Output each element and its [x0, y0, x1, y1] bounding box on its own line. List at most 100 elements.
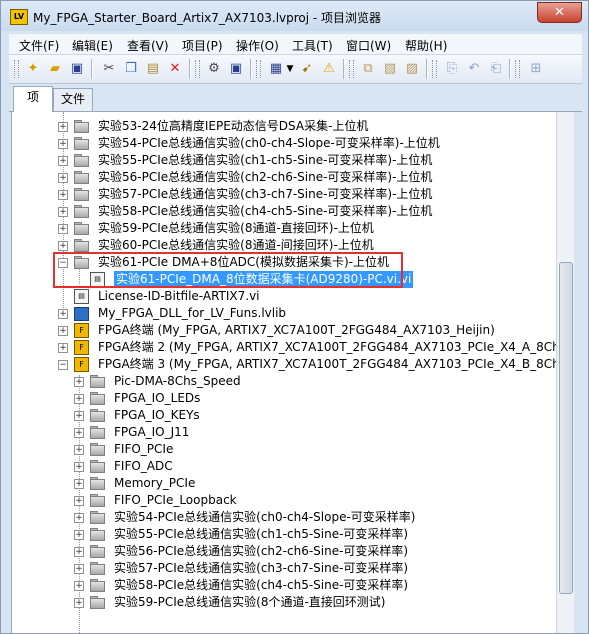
- expand-icon[interactable]: +: [74, 530, 84, 540]
- folder-icon: [90, 494, 105, 507]
- warning-icon[interactable]: ⚠: [320, 60, 338, 78]
- expand-icon[interactable]: +: [58, 241, 68, 251]
- tab-strip: 项 文件: [9, 85, 582, 112]
- tree-item-label: 实验58-PCIe总线通信实验(ch4-ch5-Sine-可变采样率)-上位机: [98, 204, 433, 218]
- fpga-target-icon: F: [74, 357, 89, 372]
- folder-icon: [74, 154, 89, 167]
- tree-item-label: 实验54-PCIe总线通信实验(ch0-ch4-Slope-可变采样率)-上位机: [98, 136, 440, 150]
- project-tree[interactable]: + 实验53-24位高精度IEPE动态信号DSA采集-上位机 + 实验54-PCIe…: [11, 112, 571, 633]
- tree-item-label: FPGA_IO_KEYs: [114, 408, 200, 422]
- history-icon[interactable]: ⎗: [487, 60, 505, 78]
- expand-icon[interactable]: +: [74, 411, 84, 421]
- expand-icon[interactable]: +: [74, 547, 84, 557]
- new-icon[interactable]: ✦: [24, 60, 42, 78]
- toolbar-grip[interactable]: [515, 60, 520, 78]
- expand-icon[interactable]: +: [58, 122, 68, 132]
- expand-icon[interactable]: +: [74, 428, 84, 438]
- build-icon[interactable]: ⚙: [205, 60, 223, 78]
- tree-item-label: 实验58-PCIe总线通信实验(ch4-ch5-Sine-可变采样率): [114, 578, 409, 592]
- expand-icon[interactable]: +: [74, 564, 84, 574]
- cut-icon[interactable]: ✂: [100, 60, 118, 78]
- folder-icon: [90, 392, 105, 405]
- expand-icon[interactable]: +: [74, 445, 84, 455]
- vertical-scrollbar[interactable]: [556, 112, 574, 633]
- tree-item-label: 实验56-PCIe总线通信实验(ch2-ch6-Sine-可变采样率): [114, 544, 409, 558]
- toolbar-grip[interactable]: [195, 60, 200, 78]
- toolbar-separator: [250, 59, 252, 79]
- add-icon[interactable]: ⎘: [443, 60, 461, 78]
- folder-icon: [90, 443, 105, 456]
- toolbar-grip[interactable]: [432, 60, 437, 78]
- folder-icon: [74, 188, 89, 201]
- copy-icon[interactable]: ❐: [122, 60, 140, 78]
- tree-item-label: 实验59-PCIe总线通信实验(8通道-直接回环)-上位机: [98, 221, 374, 235]
- expand-icon[interactable]: +: [74, 513, 84, 523]
- expand-icon[interactable]: +: [58, 139, 68, 149]
- collapse-icon[interactable]: −: [58, 360, 68, 370]
- expand-icon[interactable]: +: [74, 377, 84, 387]
- menu-window[interactable]: 窗口(W): [346, 37, 391, 54]
- folder-icon: [74, 171, 89, 184]
- folder-icon: [74, 137, 89, 150]
- save-all-icon[interactable]: ▣: [68, 60, 86, 78]
- new-item-icon[interactable]: ⊞: [527, 60, 545, 78]
- expand-icon[interactable]: +: [74, 479, 84, 489]
- folder-icon: [90, 409, 105, 422]
- checkout-icon[interactable]: ▧: [381, 60, 399, 78]
- tab-items[interactable]: 项: [13, 86, 53, 112]
- chevron-down-icon[interactable]: ▼: [281, 60, 299, 78]
- menu-view[interactable]: 查看(V): [127, 37, 169, 54]
- scrollbar-thumb[interactable]: [559, 262, 573, 594]
- expand-icon[interactable]: +: [74, 496, 84, 506]
- folder-icon: [74, 120, 89, 133]
- toolbar-grip[interactable]: [14, 60, 19, 78]
- expand-icon[interactable]: +: [74, 462, 84, 472]
- menu-file[interactable]: 文件(F): [19, 37, 59, 54]
- toolbar-separator: [189, 59, 191, 79]
- delete-icon[interactable]: ✕: [166, 60, 184, 78]
- expand-icon[interactable]: +: [74, 394, 84, 404]
- folder-icon: [74, 239, 89, 252]
- close-button[interactable]: ✕: [537, 2, 582, 23]
- open-icon[interactable]: ▰: [46, 60, 64, 78]
- library-icon: [74, 307, 89, 321]
- annotation-highlight-box: [53, 252, 403, 288]
- folder-icon: [90, 562, 105, 575]
- expand-icon[interactable]: +: [58, 309, 68, 319]
- menu-help[interactable]: 帮助(H): [405, 37, 447, 54]
- labview-app-icon: LV: [10, 9, 28, 25]
- expand-icon[interactable]: +: [58, 207, 68, 217]
- expand-icon[interactable]: +: [74, 598, 84, 608]
- tree-item-label: 实验54-PCIe总线通信实验(ch0-ch4-Slope-可变采样率): [114, 510, 416, 524]
- expand-icon[interactable]: +: [58, 173, 68, 183]
- tree-item-label: 实验53-24位高精度IEPE动态信号DSA采集-上位机: [98, 119, 369, 133]
- menu-tools[interactable]: 工具(T): [292, 37, 333, 54]
- tree-item-label: My_FPGA_DLL_for_LV_Funs.lvlib: [98, 306, 287, 320]
- expand-icon[interactable]: +: [58, 190, 68, 200]
- toolbar-separator: [343, 59, 345, 79]
- folder-icon: [90, 426, 105, 439]
- checkin-icon[interactable]: ▨: [403, 60, 421, 78]
- folder-icon: [90, 528, 105, 541]
- expand-icon[interactable]: +: [58, 326, 68, 336]
- menu-project[interactable]: 项目(P): [182, 37, 223, 54]
- undo-icon[interactable]: ↶: [465, 60, 483, 78]
- properties-icon[interactable]: ➹: [298, 60, 316, 78]
- folder-icon: [90, 596, 105, 609]
- expand-icon[interactable]: +: [74, 581, 84, 591]
- tree-item-label: 实验59-PCIe总线通信实验(8个通道-直接回环测试): [114, 595, 386, 609]
- source-control-icon[interactable]: ⧉: [359, 60, 377, 78]
- paste-icon[interactable]: ▤: [144, 60, 162, 78]
- tree-item-label: FPGA_IO_LEDs: [114, 391, 201, 405]
- toolbar-grip[interactable]: [349, 60, 354, 78]
- expand-icon[interactable]: +: [58, 343, 68, 353]
- tab-files[interactable]: 文件: [53, 88, 93, 111]
- expand-icon[interactable]: +: [58, 156, 68, 166]
- folder-icon: [74, 222, 89, 235]
- toolbar-grip[interactable]: [256, 60, 261, 78]
- deploy-icon[interactable]: ▣: [227, 60, 245, 78]
- menu-edit[interactable]: 编辑(E): [72, 37, 113, 54]
- folder-icon: [90, 545, 105, 558]
- expand-icon[interactable]: +: [58, 224, 68, 234]
- menu-operate[interactable]: 操作(O): [236, 37, 279, 54]
